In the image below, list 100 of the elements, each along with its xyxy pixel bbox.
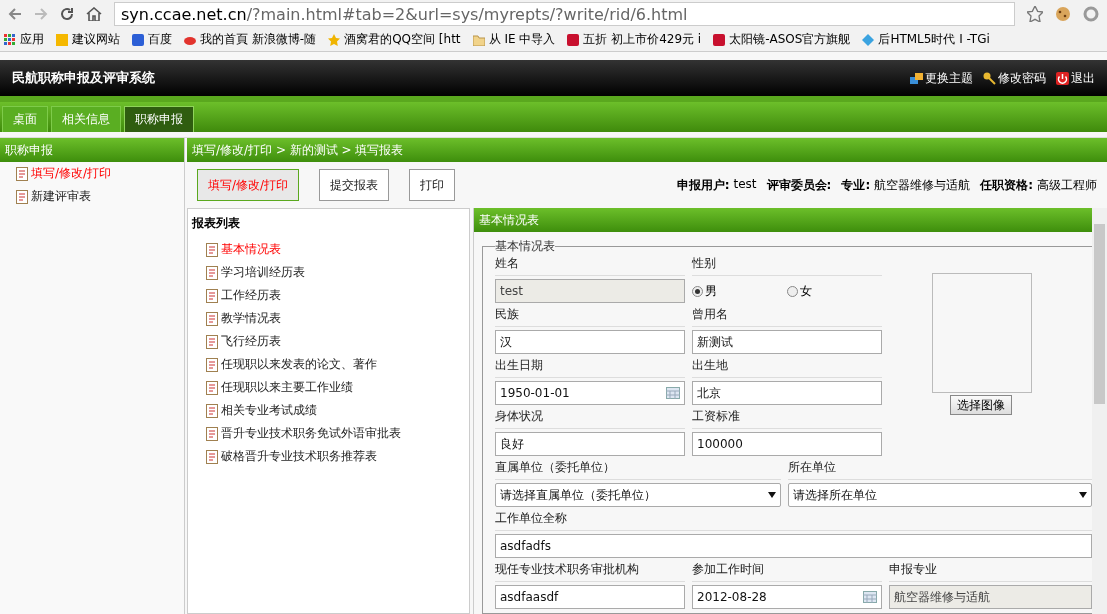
radio-dot-icon <box>695 288 700 294</box>
date-field[interactable]: 1950-01-01 <box>495 381 685 405</box>
bookmark-icon <box>567 33 580 46</box>
field-label: 直属单位（委托单位） <box>495 459 781 480</box>
field-label: 民族 <box>495 306 685 327</box>
report-item[interactable]: 飞行经历表 <box>192 330 465 353</box>
input-field[interactable]: asdfadfs <box>495 534 1092 558</box>
report-item[interactable]: 相关专业考试成绩 <box>192 399 465 422</box>
nav-tab[interactable]: 职称申报 <box>124 106 194 132</box>
header-link[interactable]: 退出 <box>1056 69 1095 87</box>
forward-icon[interactable] <box>34 7 48 21</box>
radio-option[interactable]: 女 <box>787 282 812 300</box>
field-label: 所在单位 <box>788 459 1092 480</box>
radio-button[interactable] <box>787 285 798 297</box>
back-icon[interactable] <box>8 7 22 21</box>
field-label: 姓名 <box>495 255 685 276</box>
report-item[interactable]: 破格晋升专业技术职务推荐表 <box>192 445 465 468</box>
bookmark[interactable]: 建议网站 <box>56 31 120 48</box>
power-icon <box>1056 71 1069 85</box>
bookmark-icon <box>328 33 341 46</box>
bookmark-icon <box>713 33 726 46</box>
choose-image-button[interactable]: 选择图像 <box>950 395 1012 415</box>
bookmark[interactable]: 五折 初上市价429元 i <box>567 31 702 48</box>
document-icon <box>206 403 218 418</box>
report-item[interactable]: 学习培训经历表 <box>192 261 465 284</box>
bookmark-icon <box>4 33 16 46</box>
field-label: 出生地 <box>692 357 882 378</box>
bookmark[interactable]: 酒窝君的QQ空间 [htt <box>328 31 461 48</box>
field-label: 曾用名 <box>692 306 882 327</box>
report-item[interactable]: 教学情况表 <box>192 307 465 330</box>
home-icon[interactable] <box>86 7 102 21</box>
radio-option[interactable]: 男 <box>692 282 717 300</box>
bookmark[interactable]: 太阳镜-ASOS官方旗舰 <box>713 31 851 48</box>
field-label: 现任专业技术职务审批机构 <box>495 561 685 582</box>
document-icon <box>206 426 218 441</box>
tree-item[interactable]: 新建评审表 <box>0 185 184 208</box>
radio-button[interactable] <box>692 285 703 297</box>
cookie-icon[interactable] <box>1055 6 1071 22</box>
input-field[interactable]: asdfaasdf <box>495 585 685 609</box>
input-field[interactable]: 北京 <box>692 381 882 405</box>
info-label: 评审委员会: <box>766 176 832 194</box>
input-field[interactable]: 良好 <box>495 432 685 456</box>
key-icon <box>983 71 996 85</box>
field-label: 工资标准 <box>692 408 882 429</box>
field-label: 出生日期 <box>495 357 685 378</box>
select-field[interactable]: 请选择直属单位（委托单位） <box>495 483 781 507</box>
list-title: 报表列表 <box>192 215 241 232</box>
report-item[interactable]: 晋升专业技术职务免试外语审批表 <box>192 422 465 445</box>
field-label: 身体状况 <box>495 408 685 429</box>
bookmark[interactable]: 后HTML5时代 I -TGi <box>862 31 990 48</box>
bookmark[interactable]: 应用 <box>4 31 44 48</box>
document-icon <box>206 265 218 280</box>
info-label: 任职资格: <box>980 176 1033 194</box>
field-label: 参加工作时间 <box>692 561 882 582</box>
caret-icon <box>1079 492 1087 498</box>
breadcrumb: 填写/修改/打印 > 新的测试 > 填写报表 <box>187 138 1107 162</box>
fieldset-legend: 基本情况表 <box>495 238 555 255</box>
star-icon[interactable] <box>1027 6 1043 22</box>
input-field[interactable]: 新测试 <box>692 330 882 354</box>
bookmark-icon <box>56 33 68 46</box>
input-field[interactable]: 100000 <box>692 432 882 456</box>
toolbar-button[interactable]: 打印 <box>409 169 456 201</box>
document-icon <box>16 189 28 204</box>
document-icon <box>206 449 218 464</box>
date-field[interactable]: 2012-08-28 <box>692 585 882 609</box>
tree-item[interactable]: 填写/修改/打印 <box>0 162 184 185</box>
report-item[interactable]: 工作经历表 <box>192 284 465 307</box>
menu-icon[interactable] <box>1083 6 1099 22</box>
report-item[interactable]: 任现职以来发表的论文、著作 <box>192 353 465 376</box>
document-icon <box>16 166 28 181</box>
document-icon <box>206 288 218 303</box>
info-value: 航空器维修与适航 <box>874 176 971 194</box>
reload-icon[interactable] <box>60 7 74 21</box>
scrollbar[interactable] <box>1092 208 1107 614</box>
info-value: test <box>733 176 757 193</box>
folder-icon <box>472 33 485 46</box>
app-title: 民航职称申报及评审系统 <box>12 69 155 87</box>
report-item[interactable]: 任现职以来主要工作业绩 <box>192 376 465 399</box>
calendar-icon[interactable] <box>666 387 680 399</box>
calendar-icon[interactable] <box>863 591 877 603</box>
document-icon <box>206 311 218 326</box>
input-field[interactable]: 汉 <box>495 330 685 354</box>
bookmark[interactable]: 从 IE 中导入 <box>472 31 556 48</box>
bookmark[interactable]: 我的首頁 新浪微博-随 <box>184 31 317 48</box>
readonly-field[interactable]: 航空器维修与适航 <box>889 585 1092 609</box>
field-label: 工作单位全称 <box>495 510 1092 531</box>
sidebar-header: 职称申报 <box>0 138 184 162</box>
header-link[interactable]: 修改密码 <box>983 69 1046 87</box>
field-label: 性别 <box>692 255 882 276</box>
field-label: 申报专业 <box>889 561 1092 582</box>
document-icon <box>206 380 218 395</box>
report-item[interactable]: 基本情况表 <box>192 238 465 261</box>
document-icon <box>206 357 218 372</box>
info-label: 专业: <box>841 176 871 194</box>
bookmark[interactable]: 百度 <box>132 31 172 48</box>
select-field[interactable]: 请选择所在单位 <box>788 483 1092 507</box>
address-bar[interactable]: syn.ccae.net.cn/?main.html#tab=2&url=sys/myrepts/?write/rid/6.html <box>114 2 1015 26</box>
header-link[interactable]: 更换主题 <box>910 69 973 87</box>
toolbar-button[interactable]: 提交报表 <box>319 169 390 201</box>
document-icon <box>206 242 218 257</box>
